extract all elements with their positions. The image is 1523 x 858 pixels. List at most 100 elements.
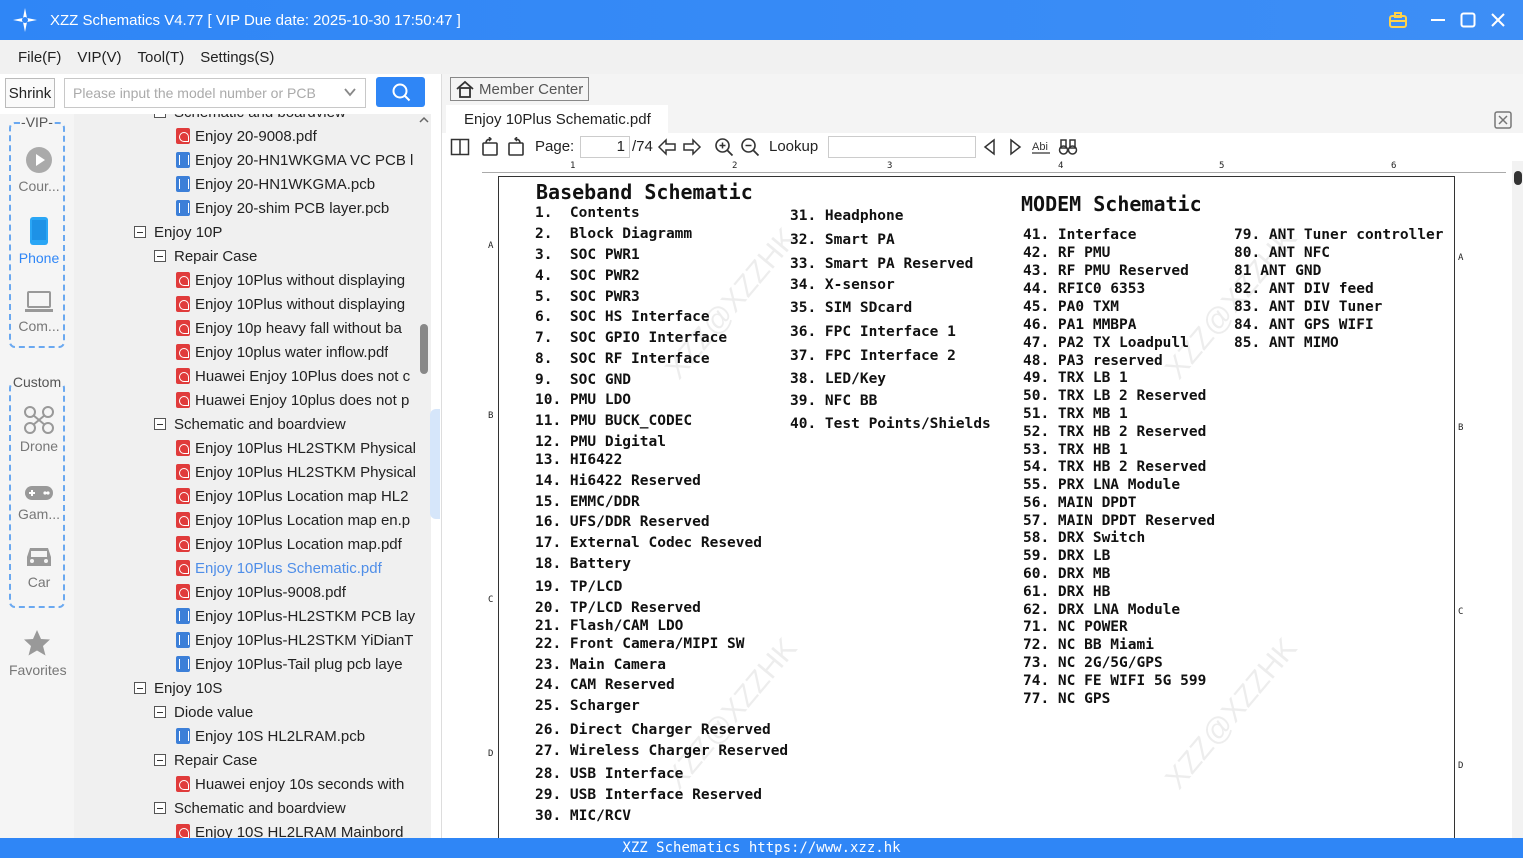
find-next-icon[interactable]: [1005, 137, 1025, 157]
zoom-out-icon[interactable]: [740, 137, 760, 157]
category-game[interactable]: Gam...: [11, 484, 67, 522]
category-phone[interactable]: Phone: [11, 216, 67, 266]
document-tab[interactable]: Enjoy 10Plus Schematic.pdf: [446, 105, 668, 133]
schematic-page: XZZ@XZZHK XZZ@XZZHK XZZ@XZZHK XZZ@XZZHK …: [498, 176, 1455, 840]
tree-scroll-thumb[interactable]: [420, 324, 428, 374]
shrink-button[interactable]: Shrink: [5, 78, 55, 108]
tree-folder[interactable]: Schematic and boardview: [154, 796, 346, 820]
pdf-scrollbar[interactable]: [1512, 161, 1523, 840]
tree-file[interactable]: Enjoy 10Plus-HL2STKM PCB lay: [176, 604, 415, 628]
collapse-toggle-icon[interactable]: [154, 754, 166, 766]
collapse-toggle-icon[interactable]: [154, 250, 166, 262]
category-computer[interactable]: Com...: [11, 290, 67, 334]
prev-page-icon[interactable]: [657, 137, 677, 157]
category-favorites[interactable]: Favorites: [9, 628, 67, 678]
tree-file[interactable]: Enjoy 10Plus HL2STKM Physical: [176, 436, 416, 460]
close-tab-icon[interactable]: [1493, 110, 1513, 130]
tree-file[interactable]: Enjoy 10Plus-Tail plug pcb laye: [176, 652, 403, 676]
pdf-scroll-thumb[interactable]: [1514, 171, 1522, 185]
tree-file[interactable]: Enjoy 10Plus Schematic.pdf: [176, 556, 382, 580]
menu-vip[interactable]: VIP(V): [77, 49, 121, 66]
lookup-label: Lookup: [769, 138, 819, 155]
tree-folder[interactable]: Repair Case: [154, 244, 257, 268]
tree-file[interactable]: Enjoy 10p heavy fall without ba: [176, 316, 402, 340]
menu-settings[interactable]: Settings(S): [200, 49, 274, 66]
pdf-file-icon: [176, 536, 190, 552]
schematic-index-entry: 21. Flash/CAM LDO: [535, 618, 684, 634]
collapse-toggle-icon[interactable]: [154, 418, 166, 430]
search-button[interactable]: [376, 77, 425, 107]
tree-item-label: Schematic and boardview: [174, 114, 346, 121]
category-drone[interactable]: Drone: [11, 406, 67, 454]
schematic-index-entry: 60. DRX MB: [1023, 566, 1111, 582]
watermark: XZZ@XZZHK: [1159, 632, 1304, 796]
category-car[interactable]: Car: [11, 544, 67, 590]
tree-file[interactable]: Enjoy 10Plus Location map HL2: [176, 484, 408, 508]
tree-folder[interactable]: Enjoy 10S: [134, 676, 222, 700]
tree-file[interactable]: Enjoy 10Plus without displaying: [176, 268, 405, 292]
minimize-button[interactable]: [1425, 7, 1451, 33]
rotate-right-icon[interactable]: [506, 137, 526, 157]
schematic-index-entry: 36. FPC Interface 1: [790, 324, 956, 340]
collapse-toggle-icon[interactable]: [134, 226, 146, 238]
sidebar-toggle-icon[interactable]: [450, 137, 470, 157]
tree-file[interactable]: Enjoy 10Plus-9008.pdf: [176, 580, 346, 604]
tree-folder[interactable]: Repair Case: [154, 748, 257, 772]
binoculars-icon[interactable]: [1058, 137, 1078, 157]
chevron-down-icon[interactable]: [343, 85, 357, 99]
schematic-index-entry: 22. Front Camera/MIPI SW: [535, 636, 745, 652]
pdf-page-view[interactable]: 1 2 3 4 5 6 A B C D A B C D XZZ@XZZHK XZ…: [442, 161, 1523, 840]
category-course[interactable]: Cour...: [11, 146, 67, 194]
tree-file[interactable]: Enjoy 20-HN1WKGMA VC PCB l: [176, 148, 413, 172]
schematic-index-entry: 49. TRX LB 1: [1023, 370, 1128, 386]
tree-file[interactable]: Huawei enjoy 10s seconds with: [176, 772, 404, 796]
collapse-toggle-icon[interactable]: [154, 706, 166, 718]
match-case-icon[interactable]: Abi: [1031, 137, 1051, 157]
collapse-toggle-icon[interactable]: [134, 682, 146, 694]
tree-folder[interactable]: Diode value: [154, 700, 253, 724]
pcb-file-icon: [176, 608, 190, 624]
scroll-up-icon[interactable]: [417, 114, 431, 126]
tree-file[interactable]: Enjoy 10Plus-HL2STKM YiDianT: [176, 628, 413, 652]
tree-item-label: Enjoy 10Plus without displaying: [195, 271, 406, 289]
tree-item-label: Enjoy 10Plus Location map en.p: [195, 511, 411, 529]
close-button[interactable]: [1485, 7, 1511, 33]
menu-file[interactable]: File(F): [18, 49, 61, 66]
status-bar: XZZ Schematics https://www.xzz.hk: [0, 838, 1523, 858]
tree-scrollbar[interactable]: [417, 114, 431, 840]
tree-file[interactable]: Enjoy 20-9008.pdf: [176, 124, 317, 148]
search-input[interactable]: Please input the model number or PCB: [64, 78, 366, 108]
zoom-in-icon[interactable]: [714, 137, 734, 157]
next-page-icon[interactable]: [682, 137, 702, 157]
collapse-toggle-icon[interactable]: [154, 802, 166, 814]
tree-file[interactable]: Huawei Enjoy 10Plus does not c: [176, 364, 410, 388]
pdf-file-icon: [176, 488, 190, 504]
vip-briefcase-icon[interactable]: [1385, 7, 1411, 33]
menu-tool[interactable]: Tool(T): [138, 49, 185, 66]
page-number-input[interactable]: 1: [580, 136, 630, 158]
tree-file[interactable]: Enjoy 10plus water inflow.pdf: [176, 340, 388, 364]
tree-folder[interactable]: Schematic and boardview: [154, 114, 346, 124]
schematic-index-entry: 31. Headphone: [790, 208, 904, 224]
tree-file[interactable]: Enjoy 10Plus HL2STKM Physical: [176, 460, 416, 484]
schematic-index-entry: 2. Block Diagramm: [535, 226, 693, 242]
tree-file[interactable]: Enjoy 10Plus without displaying: [176, 292, 405, 316]
member-center-button[interactable]: Member Center: [450, 77, 589, 101]
tree-file[interactable]: Enjoy 10S HL2LRAM.pcb: [176, 724, 365, 748]
collapse-toggle-icon[interactable]: [154, 114, 166, 118]
collapse-panel-handle[interactable]: [430, 409, 440, 519]
tree-file[interactable]: Enjoy 20-HN1WKGMA.pcb: [176, 172, 375, 196]
tree-file[interactable]: Enjoy 10Plus Location map.pdf: [176, 532, 402, 556]
tree-file[interactable]: Huawei Enjoy 10plus does not p: [176, 388, 409, 412]
rotate-left-icon[interactable]: [480, 137, 500, 157]
tree-folder[interactable]: Schematic and boardview: [154, 412, 346, 436]
tree-file[interactable]: Enjoy 10Plus Location map en.p: [176, 508, 410, 532]
lookup-input[interactable]: [828, 136, 976, 158]
maximize-button[interactable]: [1455, 7, 1481, 33]
tree-file[interactable]: Enjoy 20-shim PCB layer.pcb: [176, 196, 389, 220]
tree-file[interactable]: Enjoy 10S HL2LRAM Mainbord: [176, 820, 403, 840]
schematic-index-entry: 5. SOC PWR3: [535, 289, 640, 305]
schematic-index-entry: 39. NFC BB: [790, 393, 878, 409]
tree-folder[interactable]: Enjoy 10P: [134, 220, 222, 244]
find-previous-icon[interactable]: [980, 137, 1000, 157]
